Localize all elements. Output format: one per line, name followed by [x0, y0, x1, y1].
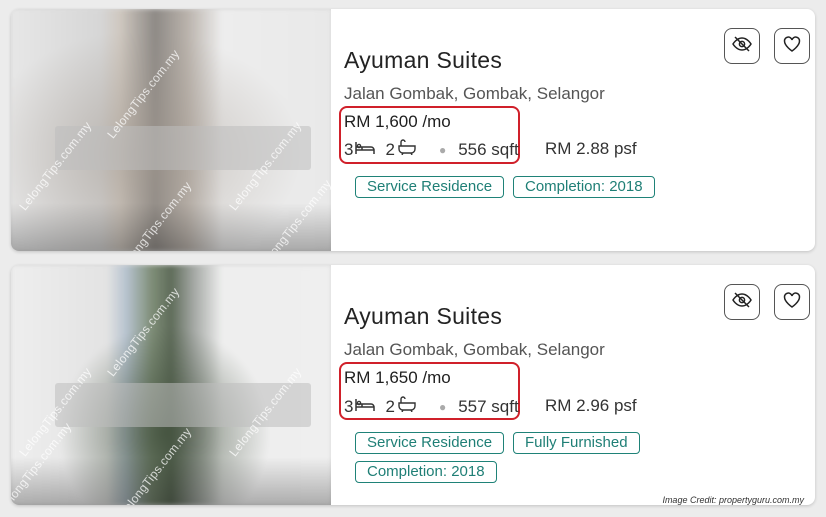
listing-price: RM 1,650 /mo	[344, 368, 451, 387]
price-per-sqft: RM 2.88 psf	[545, 139, 637, 158]
bedroom-count: 3	[344, 396, 354, 416]
listing-card[interactable]: LelongTips.com.my LelongTips.com.my Lelo…	[11, 9, 815, 251]
tag-chip: Service Residence	[355, 176, 505, 198]
listing-details: Ayuman Suites Jalan Gombak, Gombak, Sela…	[339, 9, 815, 251]
bathtub-icon	[397, 396, 417, 417]
bathtub-icon	[397, 139, 417, 160]
bathroom-count: 2	[385, 139, 395, 159]
tag-chip: Completion: 2018	[513, 176, 655, 198]
listing-address: Jalan Gombak, Gombak, Selangor	[344, 340, 605, 359]
hide-listing-button[interactable]	[724, 284, 760, 320]
photo-shade	[11, 457, 331, 505]
favorite-button[interactable]	[774, 284, 810, 320]
listing-specs: 3 2 ● 556 sqft	[344, 139, 519, 160]
bedroom-count: 3	[344, 139, 354, 159]
tag-chip: Fully Furnished	[513, 432, 640, 454]
listing-price: RM 1,600 /mo	[344, 112, 451, 131]
eye-slash-icon	[732, 35, 752, 57]
listing-specs: 3 2 ● 557 sqft	[344, 396, 519, 417]
listing-area: 556 sqft	[458, 139, 519, 159]
bed-icon	[355, 140, 376, 160]
favorite-button[interactable]	[774, 28, 810, 64]
separator-dot: ●	[438, 142, 447, 157]
listing-area: 557 sqft	[458, 396, 519, 416]
separator-dot: ●	[438, 399, 447, 414]
listing-address: Jalan Gombak, Gombak, Selangor	[344, 84, 605, 103]
heart-icon	[783, 35, 801, 57]
eye-slash-icon	[732, 291, 752, 313]
listing-card[interactable]: LelongTips.com.my LelongTips.com.my Lelo…	[11, 265, 815, 505]
listing-photo[interactable]: LelongTips.com.my LelongTips.com.my Lelo…	[11, 265, 331, 505]
bathroom-count: 2	[385, 396, 395, 416]
listing-title[interactable]: Ayuman Suites	[344, 303, 502, 330]
price-per-sqft: RM 2.96 psf	[545, 396, 637, 415]
tag-chip: Completion: 2018	[355, 461, 497, 483]
hide-listing-button[interactable]	[724, 28, 760, 64]
image-credit: Image Credit: propertyguru.com.my	[662, 495, 804, 505]
heart-icon	[783, 291, 801, 313]
listing-title[interactable]: Ayuman Suites	[344, 47, 502, 74]
listing-details: Ayuman Suites Jalan Gombak, Gombak, Sela…	[339, 265, 815, 505]
tag-chip: Service Residence	[355, 432, 505, 454]
bed-icon	[355, 397, 376, 417]
listing-photo[interactable]: LelongTips.com.my LelongTips.com.my Lelo…	[11, 9, 331, 251]
